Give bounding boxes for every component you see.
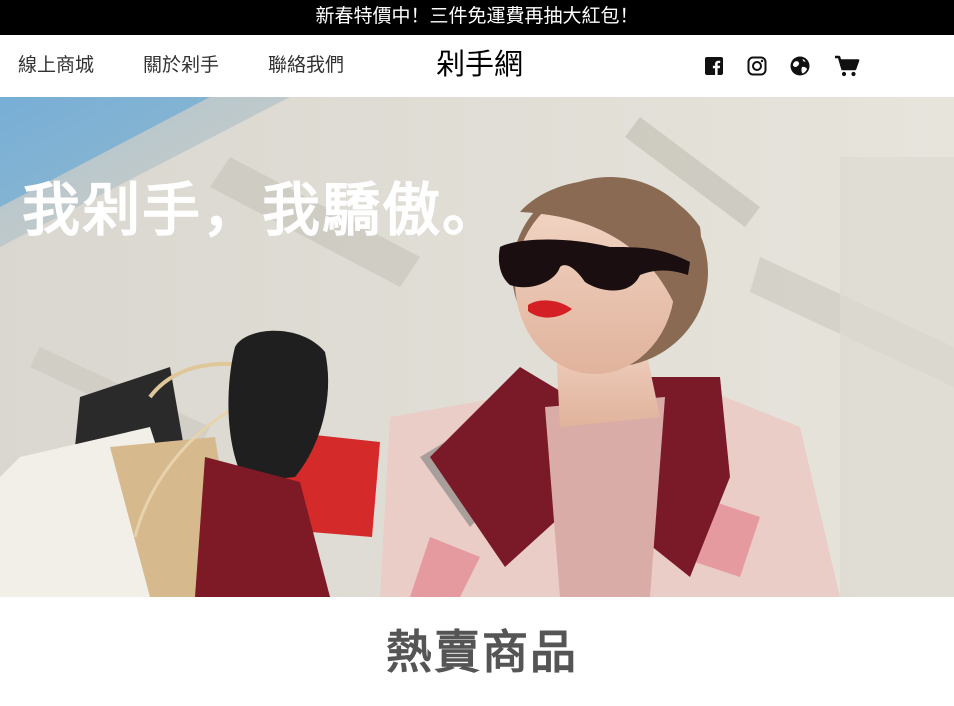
promo-banner: 新春特價中！三件免運費再抽大紅包！ [0,0,954,35]
instagram-icon[interactable] [746,55,768,77]
hero-image [0,97,954,597]
nav-link-shop[interactable]: 線上商城 [18,52,94,78]
cart-icon[interactable] [834,55,860,77]
top-navbar: 線上商城 關於剁手 聯絡我們 剁手網 [0,35,954,97]
nav-link-contact[interactable]: 聯絡我們 [268,52,344,78]
globe-icon[interactable] [789,55,811,77]
facebook-icon[interactable] [703,55,725,77]
hero-banner: 我剁手，我驕傲。 [0,97,954,597]
hero-title: 我剁手，我驕傲。 [22,176,503,244]
promo-text: 新春特價中！三件免運費再抽大紅包！ [315,5,639,27]
nav-link-about[interactable]: 關於剁手 [143,52,219,78]
brand-logo[interactable]: 剁手網 [436,46,523,82]
section-title-hot-products: 熱賣商品 [386,625,578,679]
